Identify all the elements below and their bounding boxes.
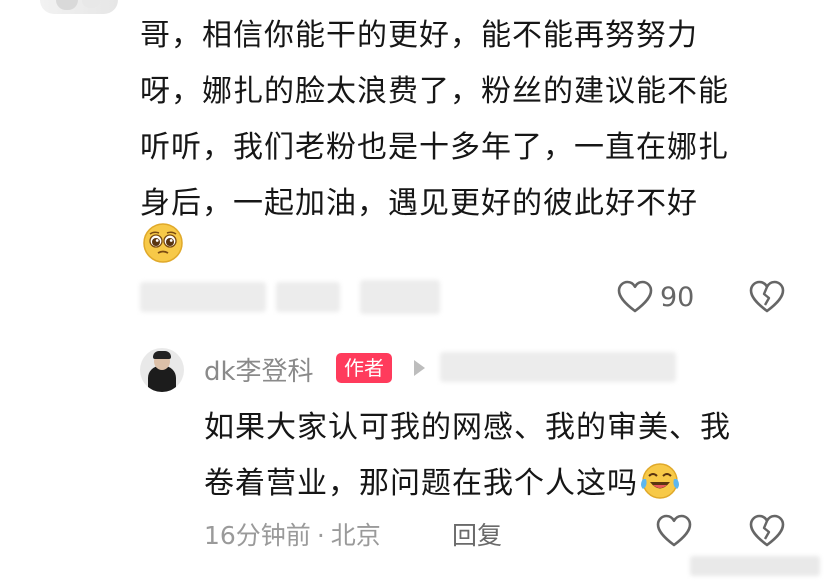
comment-text: 哥，相信你能干的更好，能不能再努努力 呀，娜扎的脸太浪费了，粉丝的建议能不能 听… xyxy=(140,8,790,232)
comment-reply-blurred xyxy=(360,280,440,314)
heart-icon[interactable] xyxy=(656,514,692,548)
reply-avatar[interactable] xyxy=(140,348,184,392)
reply-button[interactable]: 回复 xyxy=(452,516,502,552)
author-badge: 作者 xyxy=(336,353,392,383)
reply-line: 卷着营业，那问题在我个人这吗 xyxy=(204,466,638,501)
reply-location: 北京 xyxy=(330,521,381,550)
laughing-crying-face-icon xyxy=(640,461,680,501)
reply-text: 如果大家认可我的网感、我的审美、我 卷着营业，那问题在我个人这吗 xyxy=(204,400,804,512)
reply-meta: 16分钟前 · 北京 xyxy=(204,516,381,552)
reply-username[interactable]: dk李登科 xyxy=(204,351,314,388)
like-count: 90 xyxy=(660,282,695,313)
heart-icon[interactable] xyxy=(617,280,653,314)
comment-line: 听听，我们老粉也是十多年了，一直在娜扎 xyxy=(140,130,729,165)
comment-meta-blurred xyxy=(140,282,266,312)
reply-to-arrow-icon xyxy=(414,360,425,376)
commenter-avatar[interactable] xyxy=(40,0,118,14)
reply-time: 16分钟前 xyxy=(204,521,311,550)
pleading-face-icon xyxy=(142,222,184,264)
reply-to-username-blurred xyxy=(440,352,676,382)
comment-line: 身后，一起加油，遇见更好的彼此好不好 xyxy=(140,186,698,221)
broken-heart-icon[interactable] xyxy=(749,514,785,548)
comment-meta-blurred xyxy=(276,282,340,312)
broken-heart-icon[interactable] xyxy=(749,280,785,314)
watermark-blurred xyxy=(690,556,820,576)
comment-line: 呀，娜扎的脸太浪费了，粉丝的建议能不能 xyxy=(140,74,729,109)
meta-separator: · xyxy=(316,521,325,550)
comment-line: 哥，相信你能干的更好，能不能再努努力 xyxy=(140,18,698,53)
reply-line: 如果大家认可我的网感、我的审美、我 xyxy=(204,410,731,445)
